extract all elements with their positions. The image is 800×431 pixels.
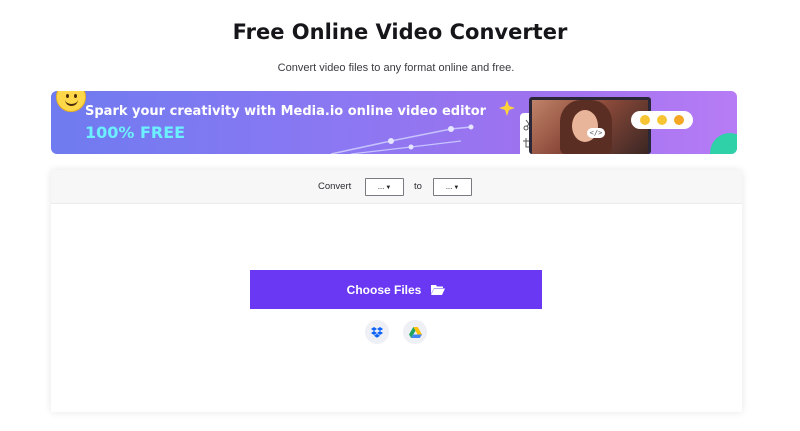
emoji-reactions-icon [631, 111, 693, 129]
smiley-face-icon [56, 91, 86, 112]
format-selector-bar: Convert ...▼ to ...▼ [51, 170, 742, 204]
converter-panel: Convert ...▼ to ...▼ Choose Files [51, 170, 742, 412]
convert-label: Convert [318, 181, 352, 192]
decorative-blob [710, 133, 737, 154]
dropbox-button[interactable] [365, 320, 389, 344]
promo-banner[interactable]: Spark your creativity with Media.io onli… [51, 91, 737, 154]
chevron-down-icon: ▼ [453, 185, 460, 191]
google-drive-icon [408, 326, 422, 338]
folder-open-icon [431, 285, 446, 295]
target-format-value: ... [445, 182, 453, 191]
source-format-select[interactable]: ...▼ [365, 178, 404, 196]
dropbox-icon [371, 326, 383, 338]
page-subtitle: Convert video files to any format online… [277, 62, 515, 74]
choose-files-label: Choose Files [346, 282, 422, 297]
choose-files-button[interactable]: Choose Files [250, 270, 542, 309]
code-icon: </> [587, 128, 605, 138]
sparkle-star-icon [499, 100, 515, 116]
source-format-value: ... [377, 182, 385, 191]
target-format-select[interactable]: ...▼ [433, 178, 472, 196]
banner-free-label: 100% FREE [85, 123, 186, 142]
page-title: Free Online Video Converter [232, 20, 568, 44]
timeline-decoration-icon [330, 124, 474, 154]
google-drive-button[interactable] [403, 320, 427, 344]
chevron-down-icon: ▼ [385, 185, 392, 191]
to-label: to [414, 181, 422, 192]
